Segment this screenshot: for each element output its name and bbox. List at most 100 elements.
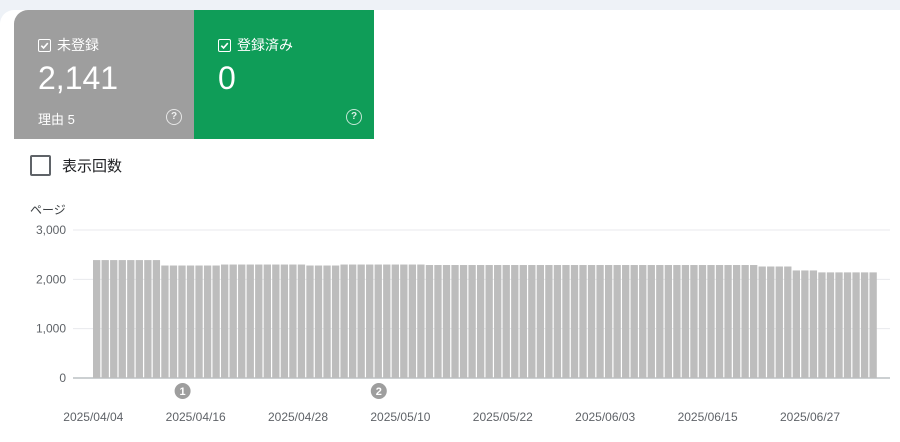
chart-bar [784, 266, 792, 378]
chart-bar [826, 272, 835, 378]
x-tick-label: 2025/04/28 [268, 410, 328, 424]
chart-bar [374, 264, 382, 378]
chart-bar [852, 272, 860, 378]
x-tick-label: 2025/04/04 [63, 410, 123, 424]
y-tick-label: 2,000 [36, 272, 66, 286]
chart-bar [135, 260, 143, 378]
chart-bar [169, 265, 178, 378]
chart-bar [289, 264, 297, 378]
chart-bar [161, 265, 169, 378]
chart-bar [195, 265, 203, 378]
chart-bar [331, 265, 340, 378]
chart-bar [801, 270, 809, 378]
chart-bar [459, 265, 468, 378]
chart-bar [263, 264, 271, 378]
unregistered-label: 未登録 [57, 37, 99, 53]
chart-bar [118, 260, 126, 378]
chart-bar [152, 260, 161, 378]
chart-bar [835, 272, 843, 378]
registered-label: 登録済み [237, 37, 293, 53]
chart-bar [792, 270, 800, 378]
chart-bar [775, 266, 783, 378]
checkbox-checked-icon[interactable] [38, 38, 51, 52]
chart-bar [417, 264, 425, 378]
chart-bar [570, 265, 579, 378]
impressions-checkbox[interactable] [30, 155, 51, 176]
chart-bar [528, 265, 536, 378]
chart-bar [860, 272, 869, 378]
chart-bar [212, 265, 220, 378]
chart-bar [843, 272, 852, 378]
chart-bar [468, 265, 476, 378]
x-tick-label: 2025/06/15 [678, 410, 738, 424]
chart-bar [272, 264, 280, 378]
chart-bar [93, 260, 101, 378]
chart-bar [698, 265, 707, 378]
chart-bar [383, 264, 391, 378]
chart-bar [314, 265, 323, 378]
chart-bar [613, 265, 621, 378]
chart-svg: ページ 3,000 2,000 1,000 0 2025/04/04 2025/04/1… [30, 203, 890, 424]
chart-bar [604, 265, 613, 378]
chart-bar [476, 265, 485, 378]
annotation-label: 2 [376, 386, 382, 398]
chart-bar [562, 265, 570, 378]
impressions-toggle[interactable]: 表示回数 [30, 155, 122, 176]
registered-card[interactable]: 登録済み 0 ? [194, 10, 374, 139]
chart-bar [715, 265, 724, 378]
chart-bar [348, 264, 357, 378]
chart-bar [545, 265, 553, 378]
chart-bar [127, 260, 135, 378]
chart-bar [724, 265, 732, 378]
chart-bar [639, 265, 647, 378]
chart-bar [622, 265, 630, 378]
x-tick-label: 2025/05/10 [370, 410, 430, 424]
chart-bar [656, 265, 664, 378]
chart-bar [767, 266, 775, 378]
x-tick-label: 2025/05/22 [473, 410, 533, 424]
unregistered-card-header: 未登録 [38, 35, 99, 55]
chart-bar [203, 265, 212, 378]
chart-bar [246, 264, 254, 378]
chart-bar [502, 265, 510, 378]
chart-bar [451, 265, 459, 378]
chart-bar [186, 265, 195, 378]
chart-bar [647, 265, 655, 378]
x-tick-label: 2025/04/16 [166, 410, 226, 424]
chart-bar [673, 265, 681, 378]
chart-bar [707, 265, 715, 378]
chart-bar [280, 264, 289, 378]
chart-bar [110, 260, 118, 378]
registered-card-header: 登録済み [218, 35, 293, 55]
chart-bar [579, 265, 587, 378]
chart-bar [366, 264, 374, 378]
chart-bar [511, 265, 519, 378]
chart-bar [750, 265, 758, 378]
registered-count: 0 [218, 60, 236, 96]
unregistered-count: 2,141 [38, 60, 119, 96]
chart-bar [238, 264, 246, 378]
chart-bar [732, 265, 741, 378]
help-icon[interactable]: ? [346, 109, 362, 125]
chart-bar [297, 264, 306, 378]
y-tick-label: 3,000 [36, 223, 66, 237]
x-tick-label: 2025/06/03 [575, 410, 635, 424]
chart-bar [664, 265, 673, 378]
chart-bar [144, 260, 152, 378]
help-icon[interactable]: ? [166, 109, 182, 125]
y-tick-label: 1,000 [36, 322, 66, 336]
unregistered-card[interactable]: 未登録 2,141 理由 5 ? [14, 10, 194, 139]
chart-bar [681, 265, 690, 378]
chart-bar [758, 266, 766, 378]
checkbox-checked-icon[interactable] [218, 38, 231, 52]
chart-bar [536, 265, 545, 378]
chart-bar [869, 272, 877, 378]
chart-bar [323, 265, 331, 378]
chart-bar [255, 264, 263, 378]
chart-bar [340, 264, 348, 378]
chart-bar [434, 265, 442, 378]
chart-bar [485, 265, 493, 378]
chart-bar [101, 260, 109, 378]
chart-bar [741, 265, 749, 378]
chart-bar [408, 264, 417, 378]
